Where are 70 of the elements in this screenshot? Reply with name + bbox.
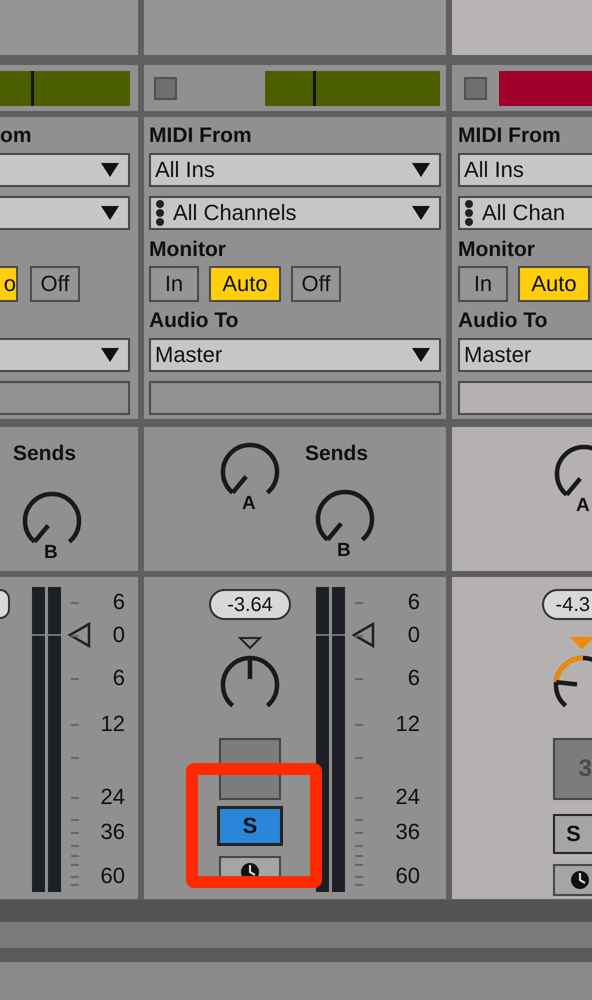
- volume-field[interactable]: -3.64: [209, 589, 291, 620]
- section-label: Monitor: [149, 238, 226, 260]
- track-title-bar[interactable]: [0, 70, 130, 106]
- output-dropdown[interactable]: [0, 338, 130, 372]
- scale-label: 6: [112, 591, 125, 613]
- knob-label: A: [242, 494, 256, 513]
- volume-field[interactable]: [0, 589, 10, 619]
- scale-label: 24: [100, 786, 125, 808]
- knob-label: B: [44, 543, 58, 562]
- scale-label: 0: [408, 624, 420, 646]
- section-label: Monitor: [458, 238, 535, 260]
- channel-dropdown[interactable]: All Channels: [149, 196, 441, 230]
- clip-slot[interactable]: [144, 0, 446, 55]
- scale-label: 0: [112, 624, 125, 646]
- monitor-button[interactable]: Auto: [209, 266, 281, 302]
- monitor-button[interactable]: Off: [291, 266, 341, 302]
- monitor-button[interactable]: o: [0, 266, 18, 302]
- channel-dropdown[interactable]: All Chan: [458, 196, 592, 230]
- monitor-button[interactable]: Auto: [518, 266, 590, 302]
- track-title-bar[interactable]: [265, 70, 440, 106]
- pan-pointer-icon: [570, 636, 592, 650]
- dropdown-arrow-icon: [411, 162, 431, 178]
- channel-dropdown[interactable]: [0, 196, 130, 230]
- knob-label: A: [576, 496, 590, 515]
- sends-label: Sends: [13, 443, 78, 464]
- fader-pointer-icon[interactable]: [67, 622, 91, 648]
- arm-button[interactable]: [553, 864, 592, 896]
- fader-pointer-icon[interactable]: [351, 622, 375, 648]
- dropdown-arrow-icon: [411, 347, 431, 363]
- output-dropdown[interactable]: Master: [458, 338, 592, 372]
- dropdown-arrow-icon: [100, 205, 120, 221]
- stop-button[interactable]: [464, 76, 487, 100]
- scale-label: 24: [396, 786, 420, 808]
- section-label: MIDI From: [458, 124, 561, 146]
- scale-label: 12: [396, 713, 420, 735]
- output-dropdown[interactable]: Master: [149, 338, 441, 372]
- monitor-button[interactable]: In: [458, 266, 508, 302]
- channels-icon: [464, 200, 474, 226]
- stop-button[interactable]: [154, 76, 177, 100]
- solo-button[interactable]: S: [553, 814, 592, 854]
- section-label: Audio To: [149, 310, 238, 330]
- clock-icon: [570, 870, 590, 890]
- dropdown-arrow-icon: [100, 162, 120, 178]
- sends-label: Sends: [305, 443, 370, 464]
- scale-label: 60: [396, 865, 420, 887]
- volume-field[interactable]: -4.3: [542, 589, 592, 620]
- clip-slot[interactable]: [452, 0, 592, 55]
- section-label: Audio To: [458, 310, 548, 330]
- scale-label: 36: [100, 821, 125, 843]
- solo-button[interactable]: S: [217, 806, 283, 846]
- track-title-bar[interactable]: [499, 70, 592, 106]
- monitor-button[interactable]: In: [149, 266, 199, 302]
- scale-label: 6: [408, 591, 420, 613]
- scale-label: 60: [100, 865, 125, 887]
- section-label: om: [0, 124, 32, 146]
- dropdown-arrow-icon: [411, 205, 431, 221]
- scale-label: 6: [408, 667, 420, 689]
- input-dropdown[interactable]: All Ins: [458, 153, 592, 187]
- scale-label: 12: [100, 713, 125, 735]
- monitor-button[interactable]: Off: [30, 266, 80, 302]
- clip-slot[interactable]: [0, 0, 138, 55]
- input-dropdown[interactable]: All Ins: [149, 153, 441, 187]
- section-label: MIDI From: [149, 124, 252, 146]
- scale-label: 36: [396, 821, 420, 843]
- scale-label: 6: [112, 667, 125, 689]
- dropdown-arrow-icon: [100, 347, 120, 363]
- channels-icon: [155, 200, 165, 226]
- knob-label: B: [337, 541, 351, 560]
- pan-pointer-icon: [238, 636, 262, 650]
- input-dropdown[interactable]: [0, 153, 130, 187]
